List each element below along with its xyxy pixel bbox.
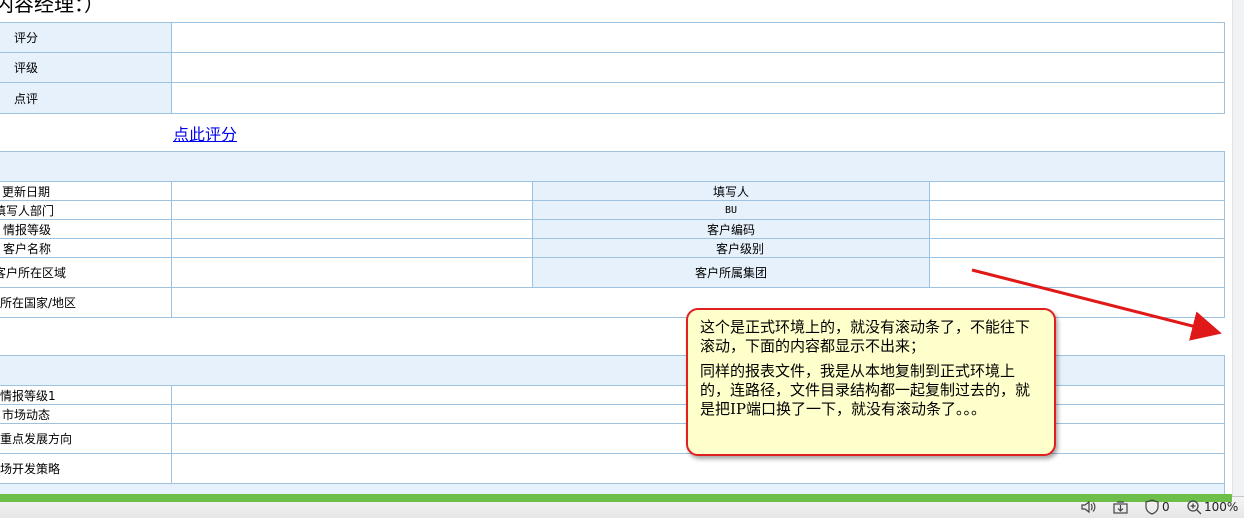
rating-grade-value[interactable] <box>171 52 1225 83</box>
zoom-icon[interactable] <box>1186 499 1202 515</box>
intel-level1-label: 情报等级1 <box>0 385 172 405</box>
bu-label: BU <box>532 200 930 220</box>
annotation-callout: 这个是正式环境上的，就没有滚动条了，不能往下滚动，下面的内容都显示不出来； 同样… <box>686 308 1056 456</box>
shield-icon[interactable] <box>1144 499 1160 515</box>
customer-name-value[interactable] <box>171 238 533 258</box>
status-bar-progress-strip <box>0 494 1232 502</box>
customer-region-label: 客户所在区域 <box>0 257 172 288</box>
focus-direction-label: 重点发展方向 <box>0 423 172 454</box>
callout-paragraph-1: 这个是正式环境上的，就没有滚动条了，不能往下滚动，下面的内容都显示不出来； <box>700 318 1031 355</box>
customer-country-label: 所在国家/地区 <box>0 287 172 318</box>
bu-value[interactable] <box>929 200 1225 220</box>
customer-code-value[interactable] <box>929 219 1225 239</box>
market-strategy-value[interactable] <box>171 453 1225 484</box>
update-date-label: 更新日期 <box>0 181 172 201</box>
filler-label: 填写人 <box>532 181 930 201</box>
market-dynamics-label: 市场动态 <box>0 404 172 424</box>
right-gutter <box>1232 0 1244 496</box>
rating-comment-label: 点评 <box>0 82 172 114</box>
zoom-level[interactable]: 100% <box>1204 499 1238 515</box>
intel-level-value[interactable] <box>171 219 533 239</box>
filler-value[interactable] <box>929 181 1225 201</box>
filler-dept-value[interactable] <box>171 200 533 220</box>
rating-score-label: 评分 <box>0 22 172 53</box>
intel-level-label: 情报等级 <box>0 219 172 239</box>
customer-level-label: 客户级别 <box>532 238 930 258</box>
blocked-counter: 0 <box>1162 500 1170 514</box>
customer-region-value[interactable] <box>171 257 533 288</box>
basic-section-header <box>0 151 1225 182</box>
filler-dept-label: 填写人部门 <box>0 200 172 220</box>
page-title: 内容经理：） <box>0 0 104 16</box>
callout-paragraph-2: 同样的报表文件，我是从本地复制到正式环境上的，连路径，文件目录结构都一起复制过去… <box>700 362 1031 418</box>
rating-comment-value[interactable] <box>171 82 1225 114</box>
customer-level-value[interactable] <box>929 238 1225 258</box>
rating-grade-label: 评级 <box>0 52 172 83</box>
customer-name-label: 客户名称 <box>0 238 172 258</box>
rate-now-link[interactable]: 点此评分 <box>173 121 237 145</box>
speaker-icon[interactable] <box>1080 499 1098 515</box>
rating-table: 评分 评级 点评 <box>0 22 1225 114</box>
status-bar: 0 100% <box>0 494 1244 518</box>
customer-code-label: 客户编码 <box>532 219 930 239</box>
update-date-value[interactable] <box>171 181 533 201</box>
rating-score-value[interactable] <box>171 22 1225 53</box>
market-strategy-label: 场开发策略 <box>0 453 172 484</box>
download-icon[interactable] <box>1112 499 1130 515</box>
customer-group-label: 客户所属集团 <box>532 257 930 288</box>
